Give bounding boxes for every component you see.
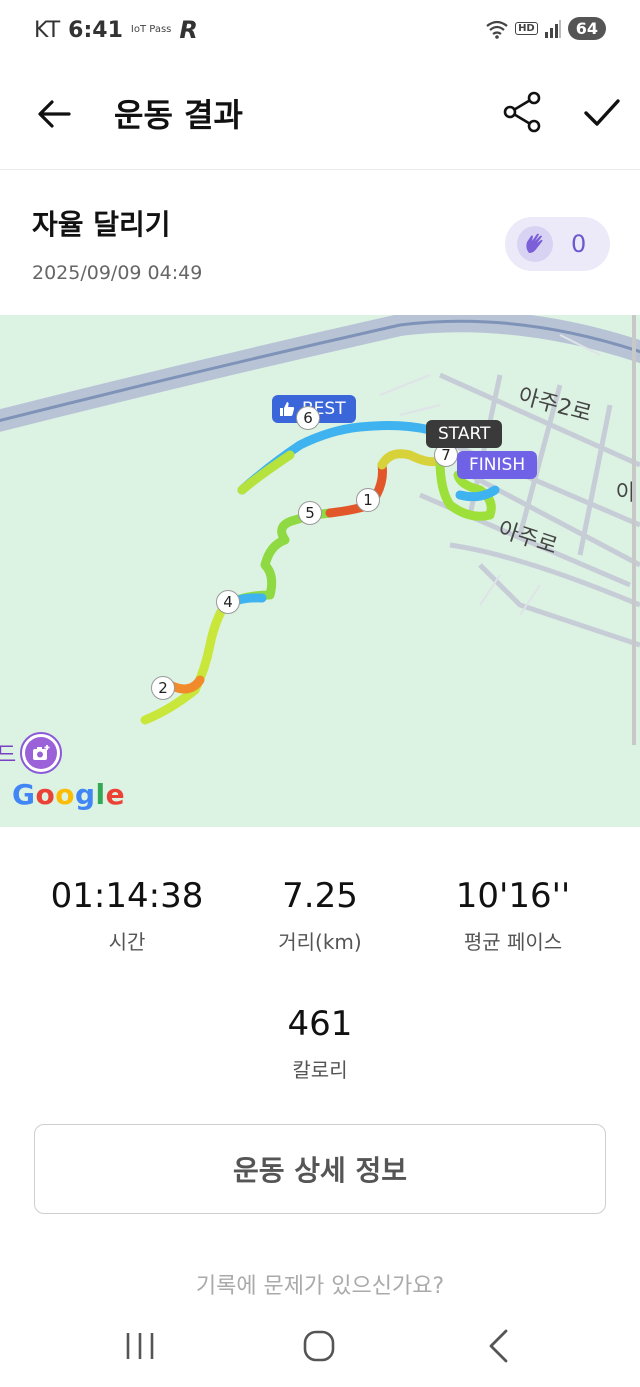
status-bar: KT 6:41 IoT Pass R HD 64 xyxy=(0,0,640,60)
stat-calories: 461 칼로리 xyxy=(220,1004,420,1083)
km-marker-4[interactable]: 4 xyxy=(216,590,240,614)
clap-icon xyxy=(517,226,553,262)
stat-pace-value: 10'16'' xyxy=(455,876,571,916)
confirm-button[interactable] xyxy=(578,88,626,136)
stat-duration-value: 01:14:38 xyxy=(50,876,204,916)
clock: 6:41 xyxy=(68,17,123,43)
map-scroll-edge xyxy=(632,315,636,745)
app-r-icon: R xyxy=(179,16,198,44)
workout-datetime: 2025/09/09 04:49 xyxy=(32,262,203,284)
stat-calories-label: 칼로리 xyxy=(292,1058,348,1082)
back-button[interactable] xyxy=(30,90,78,138)
thumbs-up-icon xyxy=(280,402,295,416)
wifi-icon xyxy=(486,20,508,39)
workout-title: 자율 달리기 xyxy=(32,208,171,241)
battery-indicator: 64 xyxy=(567,17,606,40)
hd-voice-icon: HD xyxy=(515,22,538,35)
clap-count: 0 xyxy=(571,230,587,258)
stat-pace-label: 평균 페이스 xyxy=(463,930,563,954)
stat-pace: 10'16'' 평균 페이스 xyxy=(413,876,613,955)
stat-distance: 7.25 거리(km) xyxy=(220,876,420,955)
page-title: 운동 결과 xyxy=(114,96,243,134)
km-marker-1[interactable]: 1 xyxy=(356,488,380,512)
signal-icon xyxy=(544,19,561,38)
km-marker-6[interactable]: 6 xyxy=(296,406,320,430)
route-map[interactable]: 아주2로 아주로 아 드 1 2 4 5 7 xyxy=(0,315,640,827)
finish-tag[interactable]: FINISH xyxy=(457,451,538,479)
iot-pass-icon: IoT Pass xyxy=(130,24,172,35)
system-nav-bar xyxy=(0,1300,640,1387)
check-icon xyxy=(584,99,620,126)
share-icon xyxy=(503,91,541,133)
share-button[interactable] xyxy=(498,88,546,136)
home-button[interactable] xyxy=(295,1322,343,1370)
back-nav-button[interactable] xyxy=(474,1322,522,1370)
map-edge-text: 드 xyxy=(0,743,17,768)
photo-pin[interactable] xyxy=(20,732,62,774)
clap-button[interactable]: 0 xyxy=(505,217,610,271)
camera-plus-icon xyxy=(33,745,50,760)
start-tag[interactable]: START xyxy=(426,420,503,448)
stat-duration-label: 시간 xyxy=(108,930,146,954)
google-logo: Google xyxy=(12,778,126,811)
carrier-label: KT xyxy=(34,17,61,43)
app-bar: 운동 결과 xyxy=(0,60,640,170)
recents-button[interactable] xyxy=(116,1322,164,1370)
km-marker-2[interactable]: 2 xyxy=(151,676,175,700)
chevron-left-icon xyxy=(489,1329,508,1363)
report-problem-link[interactable]: 기록에 문제가 있으신가요? xyxy=(0,1268,640,1300)
recents-icon xyxy=(126,1333,154,1359)
km-marker-5[interactable]: 5 xyxy=(298,501,322,525)
workout-detail-button[interactable]: 운동 상세 정보 xyxy=(34,1124,606,1214)
stat-calories-value: 461 xyxy=(287,1004,353,1044)
stat-distance-label: 거리(km) xyxy=(278,930,362,954)
stat-distance-value: 7.25 xyxy=(282,876,358,916)
home-icon xyxy=(303,1330,335,1362)
arrow-left-icon xyxy=(38,100,71,128)
stat-duration: 01:14:38 시간 xyxy=(27,876,227,955)
